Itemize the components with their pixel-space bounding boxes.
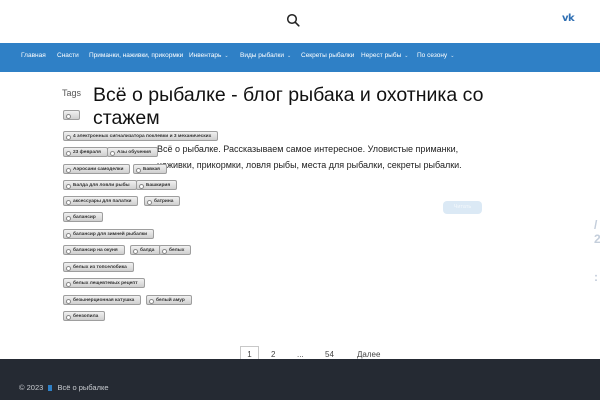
- site-logo-icon: [48, 385, 53, 391]
- chevron-down-icon: ⌄: [450, 53, 455, 59]
- vk-icon[interactable]: vk: [562, 13, 575, 24]
- nav-item-label: Приманки, наживки, прикормки: [89, 52, 184, 59]
- tag-link[interactable]: 23 февраля: [63, 147, 108, 157]
- nav-item-label: Главная: [21, 52, 46, 59]
- nav-item-label: Нерест рыбы: [361, 52, 402, 59]
- copyright-text: © 2023: [19, 383, 44, 392]
- tag-link[interactable]: балда: [130, 245, 162, 255]
- nav-item-label: Виды рыбалки: [240, 52, 284, 59]
- nav-item-fishing-types[interactable]: Виды рыбалки ⌄: [240, 52, 291, 59]
- tag-link[interactable]: Азы обучения: [107, 147, 158, 157]
- top-bar: vk: [0, 0, 600, 43]
- nav-item-secrets[interactable]: Секреты рыбалки: [301, 52, 354, 59]
- page-description: Всё о рыбалке. Рассказываем самое интере…: [157, 144, 462, 170]
- next-page-link[interactable]: Далее: [357, 350, 380, 359]
- nav-item-season[interactable]: По сезону ⌄: [417, 52, 454, 59]
- nav-item-home[interactable]: Главная: [21, 52, 46, 59]
- side-glyph: :: [594, 270, 598, 284]
- read-more-button[interactable]: Читать: [443, 201, 482, 214]
- tag-link[interactable]: аксессуары для палатки: [63, 196, 139, 206]
- nav-item-baits[interactable]: Приманки, наживки, прикормки: [89, 52, 183, 59]
- tag-link[interactable]: белый амур: [146, 295, 192, 305]
- tag-link[interactable]: белых из топселобика: [63, 262, 134, 272]
- side-glyph: /: [594, 218, 598, 232]
- tag-link[interactable]: [63, 110, 80, 120]
- nav-item-tackle[interactable]: Снасти: [57, 52, 79, 59]
- chevron-down-icon: ⌄: [404, 53, 409, 59]
- main-nav: Главная Снасти Приманки, наживки, прикор…: [0, 43, 600, 72]
- tag-link[interactable]: балансир на окуня: [63, 245, 125, 255]
- tag-link[interactable]: Балда для ловли рыбы: [63, 180, 137, 190]
- tag-link[interactable]: батрина: [144, 196, 181, 206]
- tag-link[interactable]: Башкирия: [136, 180, 178, 190]
- tags-widget-title: Tags: [62, 88, 82, 98]
- nav-item-inventory[interactable]: Инвентарь ⌄: [189, 52, 229, 59]
- tag-link[interactable]: Бавкая: [133, 164, 167, 174]
- tag-link[interactable]: балансир: [63, 212, 103, 222]
- nav-item-spawning[interactable]: Нерест рыбы ⌄: [361, 52, 408, 59]
- chevron-down-icon: ⌄: [224, 53, 229, 59]
- tag-link[interactable]: 4 электронных сигнализатора поклевки и 3…: [63, 131, 219, 141]
- tag-link[interactable]: Аэросани самоделки: [63, 164, 131, 174]
- page-ellipsis: ...: [297, 350, 304, 359]
- footer-site-link[interactable]: Всё о рыбалке: [57, 383, 108, 392]
- tag-link[interactable]: белых: [159, 245, 192, 255]
- chevron-down-icon: ⌄: [286, 53, 292, 59]
- tag-link[interactable]: безынерционная катушка: [63, 295, 142, 305]
- page-link[interactable]: 54: [325, 350, 334, 359]
- search-icon[interactable]: [286, 13, 300, 27]
- page-link[interactable]: 2: [271, 350, 275, 359]
- nav-item-label: Снасти: [57, 52, 79, 59]
- side-glyph: 2: [594, 232, 600, 246]
- page-title: Всё о рыбалке - блог рыбака и охотника с…: [93, 84, 484, 129]
- tag-link[interactable]: белых лещевтевых рецепт: [63, 278, 145, 288]
- nav-item-label: По сезону: [417, 52, 448, 59]
- footer-copyright: © 2023 Всё о рыбалке: [19, 383, 109, 392]
- tag-link[interactable]: балансир для зимней рыбалки: [63, 229, 155, 239]
- nav-item-label: Секреты рыбалки: [301, 52, 355, 59]
- footer: © 2023 Всё о рыбалке: [0, 359, 600, 400]
- nav-item-label: Инвентарь: [189, 52, 222, 59]
- tag-link[interactable]: бензопила: [63, 311, 106, 321]
